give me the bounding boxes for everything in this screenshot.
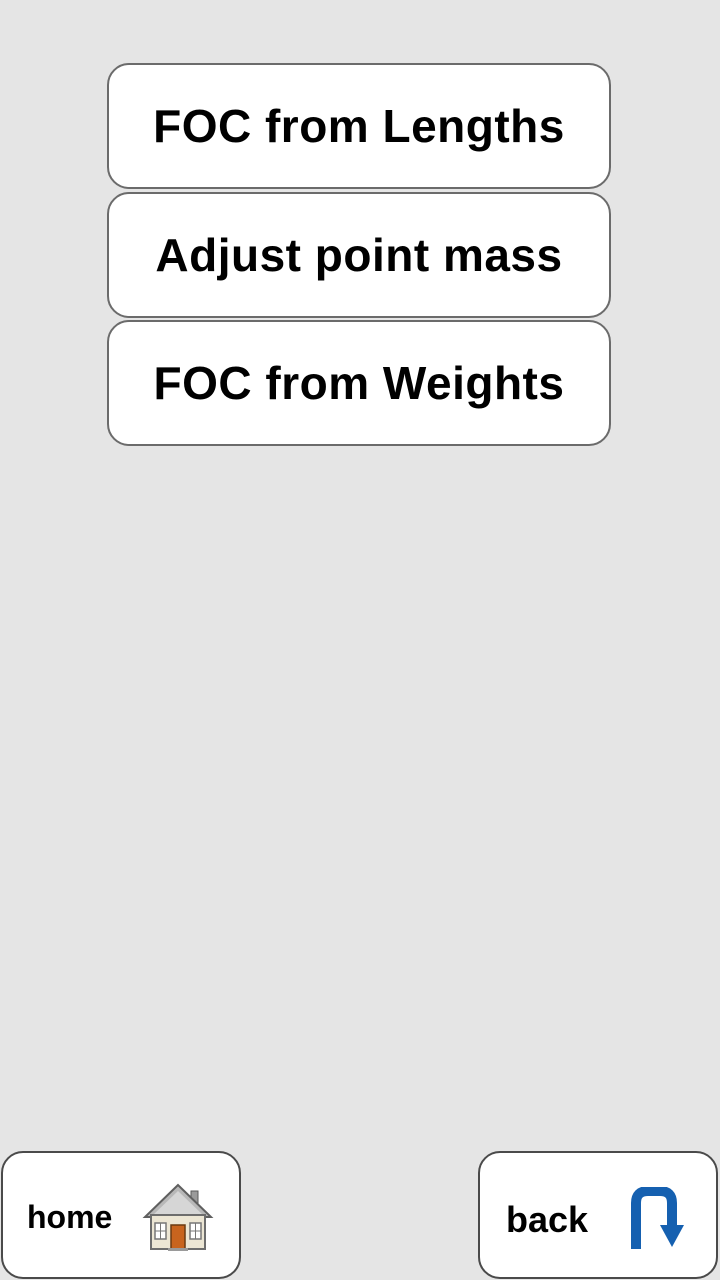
foc-from-lengths-label: FOC from Lengths (153, 100, 565, 152)
home-label: home (27, 1199, 113, 1235)
back-label: back (506, 1199, 589, 1240)
adjust-point-mass-label: Adjust point mass (155, 229, 563, 281)
u-turn-arrow-icon (631, 1187, 684, 1249)
foc-from-weights-button[interactable]: FOC from Weights (107, 320, 611, 446)
foc-from-weights-label: FOC from Weights (153, 357, 565, 409)
back-button[interactable]: back (478, 1151, 718, 1279)
house-icon (142, 1183, 214, 1251)
home-button[interactable]: home (1, 1151, 241, 1279)
foc-from-lengths-button[interactable]: FOC from Lengths (107, 63, 611, 189)
screen: FOC from Lengths Adjust point mass FOC f… (0, 0, 720, 1280)
adjust-point-mass-button[interactable]: Adjust point mass (107, 192, 611, 318)
